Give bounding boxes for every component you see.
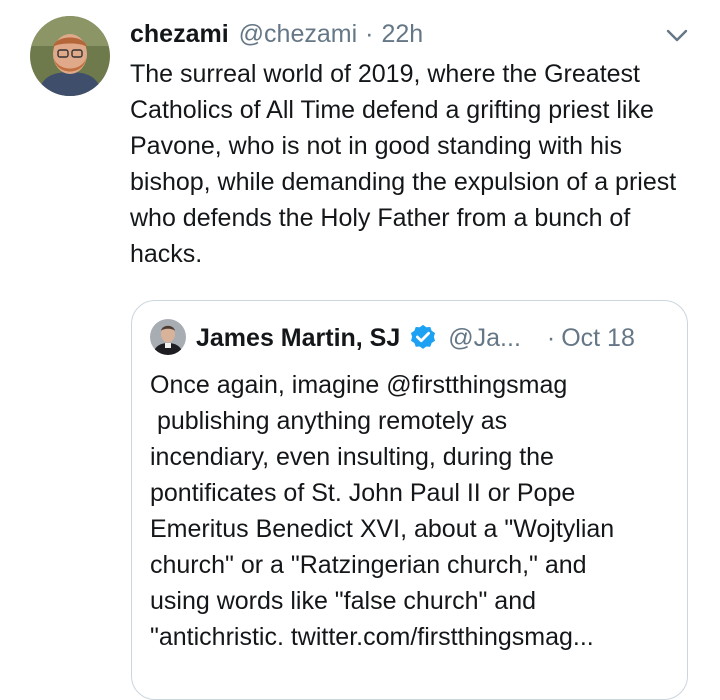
user-handle[interactable]: @chezami: [239, 20, 357, 49]
quoted-text-line: church" or a "Ratzingerian church," and: [150, 551, 587, 579]
quoted-text-line: Emeritus Benedict XVI, about a "Wojtylia…: [150, 515, 615, 543]
quoted-timestamp[interactable]: Oct 18: [561, 324, 635, 353]
timestamp[interactable]: 22h: [381, 20, 423, 49]
quoted-display-name[interactable]: James Martin, SJ: [196, 324, 400, 353]
quoted-user-avatar-icon[interactable]: [150, 319, 186, 355]
tweet[interactable]: chezami @chezami · 22h The surreal world…: [0, 0, 720, 700]
quoted-text-line: Once again, imagine @firstthingsmag: [150, 371, 568, 399]
verified-badge-icon: [411, 324, 436, 349]
quoted-text-line: "antichristic. twitter.com/firstthingsma…: [150, 623, 594, 651]
separator: ·: [365, 19, 374, 48]
quoted-text-line: publishing anything remotely as: [150, 407, 508, 435]
quoted-tweet-header: James Martin, SJ @Ja... · Oct 18: [196, 319, 676, 357]
tweet-text: The surreal world of 2019, where the Gre…: [130, 60, 677, 268]
quoted-text-line: incendiary, even insulting, during the: [150, 443, 554, 471]
quoted-separator: ·: [546, 323, 556, 352]
quoted-tweet-text: Once again, imagine @firstthingsmag publ…: [150, 367, 670, 655]
quoted-user-handle[interactable]: @Ja...: [448, 324, 521, 353]
display-name[interactable]: chezami: [130, 20, 229, 49]
quoted-tweet[interactable]: James Martin, SJ @Ja... · Oct 18 Once ag…: [131, 300, 688, 700]
user-avatar-icon[interactable]: [30, 16, 110, 96]
quoted-text-line: pontificates of St. John Paul II or Pope: [150, 479, 576, 507]
chevron-down-icon[interactable]: [664, 22, 690, 48]
tweet-header: chezami @chezami · 22h: [130, 16, 423, 52]
quoted-text-line: using words like "false church" and: [150, 587, 536, 615]
